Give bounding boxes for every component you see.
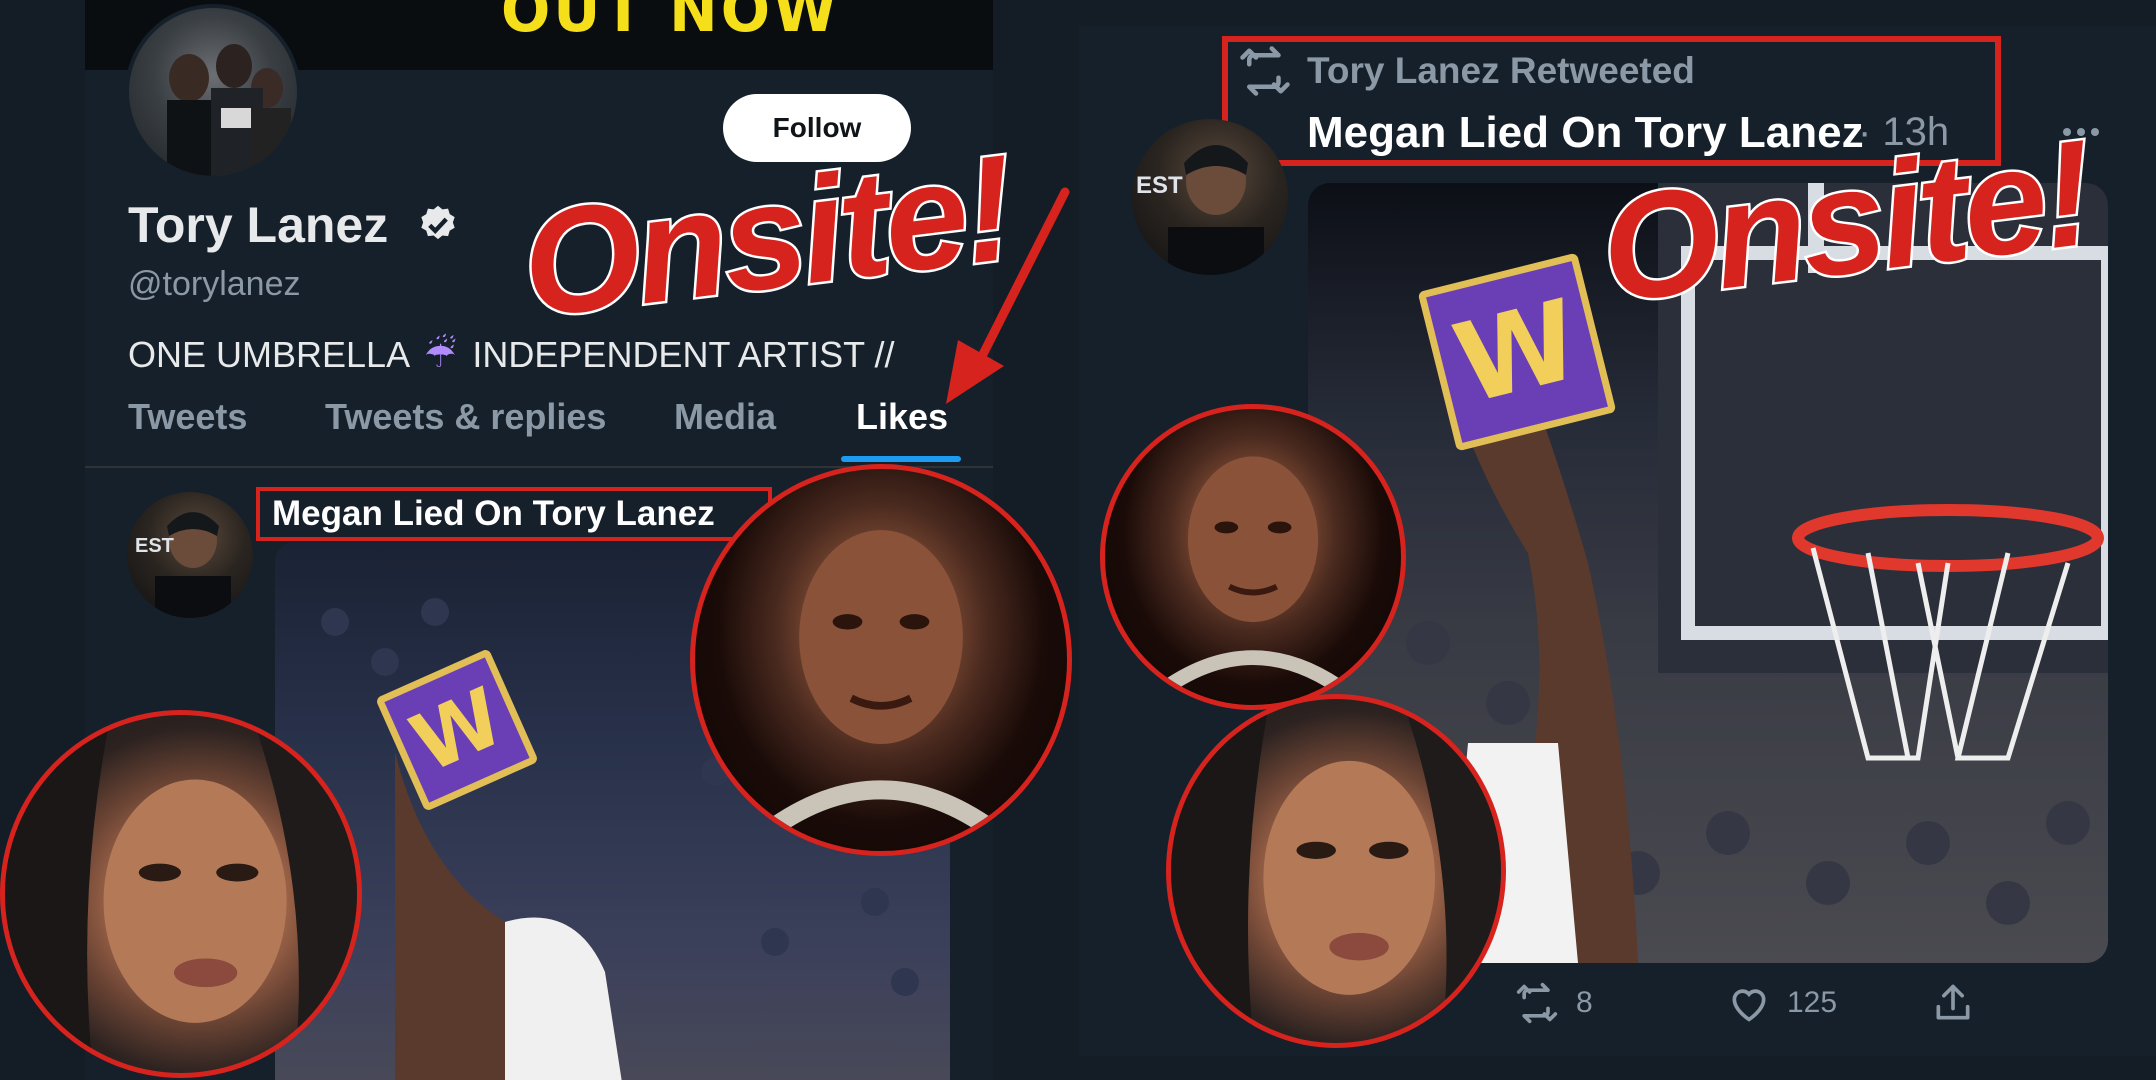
tab-likes[interactable]: Likes: [856, 396, 948, 438]
tweet-author-avatar[interactable]: EST: [1132, 119, 1288, 275]
tweet-author-name-highlight: Megan Lied On Tory Lanez: [256, 487, 772, 541]
like-button[interactable]: 125: [1725, 981, 1837, 1025]
tab-tweets-and-replies[interactable]: Tweets & replies: [325, 396, 606, 438]
face-sketch: [1153, 456, 1353, 700]
svg-text:EST: EST: [1136, 172, 1183, 199]
face-sketch: [756, 530, 1006, 844]
tweet-author-avatar[interactable]: EST: [127, 492, 253, 618]
bio-text-part1: ONE UMBRELLA: [128, 334, 409, 375]
profile-avatar-photo: [167, 44, 291, 176]
retweet-button[interactable]: 8: [1512, 981, 1593, 1025]
tory-lanez-photo-circle: [690, 464, 1072, 856]
megan-photo-circle: [1166, 694, 1506, 1048]
umbrella-icon: ☔: [424, 335, 457, 376]
profile-display-name: Tory Lanez: [128, 197, 389, 253]
heart-icon: [1732, 989, 1766, 1022]
banner-text: OUT NOW: [501, 0, 840, 46]
retweet-count: 8: [1576, 986, 1593, 1019]
like-count: 125: [1787, 986, 1838, 1019]
svg-text:EST: EST: [135, 535, 174, 557]
share-button[interactable]: [1931, 981, 1975, 1030]
profile-bio: ONE UMBRELLA ☔ INDEPENDENT ARTIST //: [128, 334, 895, 376]
active-tab-indicator: [841, 456, 961, 462]
retweet-action-icon: [1516, 982, 1558, 1024]
megan-photo-circle: [0, 710, 362, 1078]
tweet-author-avatar-photo: EST: [135, 512, 231, 618]
tory-lanez-photo-circle: [1100, 404, 1406, 710]
red-arrow-icon: [946, 187, 1070, 404]
retweeted-by-label[interactable]: Tory Lanez Retweeted: [1307, 50, 1695, 92]
verified-badge-icon: [421, 205, 455, 240]
tab-tweets[interactable]: Tweets: [128, 396, 247, 438]
profile-avatar[interactable]: [125, 4, 301, 180]
tweet-author-avatar-photo: EST: [1136, 145, 1264, 275]
profile-handle: @torylanez: [128, 265, 301, 303]
retweet-icon: [1240, 46, 1290, 96]
face-sketch: [1171, 699, 1501, 1043]
share-icon: [1936, 984, 1970, 1020]
face-sketch: [5, 715, 357, 1073]
tab-media[interactable]: Media: [674, 396, 776, 438]
